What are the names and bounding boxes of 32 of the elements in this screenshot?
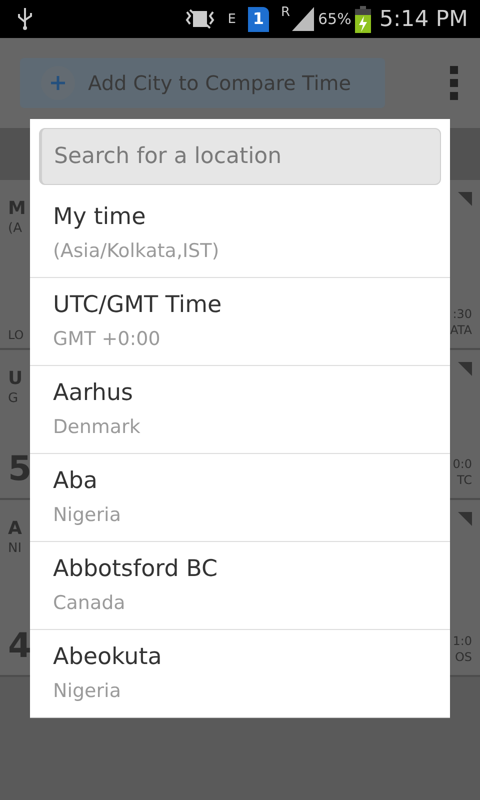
signal-icon [290,7,314,31]
location-name: My time [53,203,147,232]
location-item[interactable]: My time (Asia/Kolkata,IST) [30,190,450,278]
corner-triangle-icon [458,192,472,206]
location-name: Aarhus [53,379,134,408]
network-type: E [228,12,236,26]
location-detail: Nigeria [53,504,122,528]
location-name: Aba [53,467,98,496]
location-detail: Canada [53,592,126,616]
overflow-menu-icon[interactable] [448,66,460,100]
clock: 5:14 PM [379,6,468,34]
vibrate-icon [184,8,216,30]
battery-percent: 65% [318,8,352,30]
corner-triangle-icon [458,512,472,526]
location-item[interactable]: Abeokuta Nigeria [30,630,450,718]
location-detail: GMT +0:00 [53,328,162,352]
location-detail: (Asia/Kolkata,IST) [53,240,220,264]
battery-charging-icon [355,6,372,32]
location-name: UTC/GMT Time [53,291,223,320]
location-item[interactable]: UTC/GMT Time GMT +0:00 [30,278,450,366]
location-detail: Denmark [53,416,142,440]
corner-triangle-icon [458,362,472,376]
location-name: Abeokuta [53,643,163,672]
location-item[interactable]: Aba Nigeria [30,454,450,542]
location-name: Abbotsford BC [53,555,219,584]
location-detail: Nigeria [53,680,122,704]
usb-icon [16,7,34,31]
location-item[interactable]: Abbotsford BC Canada [30,542,450,630]
sim-badge: 1 [248,6,269,32]
search-field[interactable]: Search for a location [39,128,441,185]
roaming-indicator: R [280,6,290,19]
location-item[interactable]: Aarhus Denmark [30,366,450,454]
